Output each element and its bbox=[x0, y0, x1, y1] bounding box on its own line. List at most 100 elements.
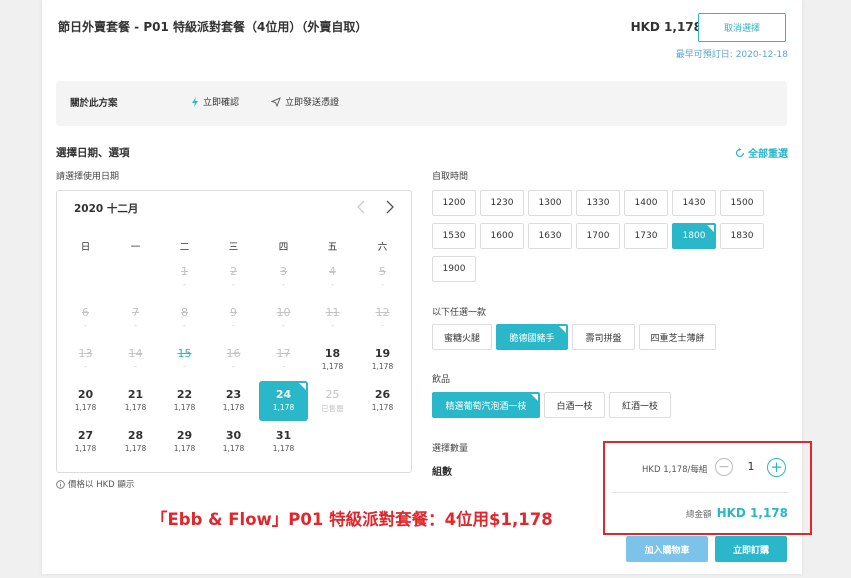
calendar-day[interactable]: 18 1,178 bbox=[308, 340, 357, 380]
pickup-time-option[interactable]: 1230 bbox=[480, 190, 524, 216]
calendar-day[interactable]: 27 1,178 bbox=[61, 422, 110, 462]
feature-voucher: 立即發送憑證 bbox=[271, 95, 339, 108]
calendar-day[interactable]: 24 1,178 bbox=[259, 381, 308, 421]
choice-option[interactable]: 蜜糖火腿 bbox=[432, 324, 492, 350]
calendar-day-number: 2 bbox=[230, 265, 237, 278]
pickup-time-option[interactable]: 1330 bbox=[576, 190, 620, 216]
pickup-time-option[interactable]: 1500 bbox=[720, 190, 764, 216]
calendar-day[interactable]: 31 1,178 bbox=[259, 422, 308, 462]
calendar-day[interactable]: 19 1,178 bbox=[358, 340, 407, 380]
pickup-time-option[interactable]: 1300 bbox=[528, 190, 572, 216]
pickup-time-option[interactable]: 1800 bbox=[672, 223, 716, 249]
calendar-day-price: - bbox=[232, 321, 235, 330]
calendar-day-number: 8 bbox=[181, 306, 188, 319]
pickup-time-option[interactable]: 1430 bbox=[672, 190, 716, 216]
pickup-time-option[interactable]: 1400 bbox=[624, 190, 668, 216]
calendar-day-price: 1,178 bbox=[321, 362, 344, 371]
pickup-time-option[interactable]: 1730 bbox=[624, 223, 668, 249]
calendar-day[interactable]: 28 1,178 bbox=[111, 422, 160, 462]
pickup-time-option[interactable]: 1900 bbox=[432, 256, 476, 282]
calendar-day-price: - bbox=[282, 280, 285, 289]
selected-corner-mark bbox=[299, 383, 306, 390]
calendar-day-number: 14 bbox=[128, 347, 143, 360]
calendar-day-number: 7 bbox=[132, 306, 139, 319]
calendar-day-number: 21 bbox=[127, 388, 144, 401]
earliest-date: 最早可預訂日: 2020-12-18 bbox=[675, 50, 788, 60]
calendar-day-number: 20 bbox=[77, 388, 94, 401]
calendar-day: 2- bbox=[209, 258, 258, 298]
calendar-day[interactable]: 29 1,178 bbox=[160, 422, 209, 462]
calendar-day[interactable]: 26 1,178 bbox=[358, 381, 407, 421]
reset-all-button[interactable]: 全部重選 bbox=[735, 145, 788, 160]
chevron-left-icon bbox=[357, 200, 365, 214]
drink-label: 飲品 bbox=[432, 375, 451, 385]
calendar-day: 4- bbox=[308, 258, 357, 298]
promo-caption: 「Ebb & Flow」P01 特級派對套餐：4位用$1,178 bbox=[151, 510, 553, 529]
drink-option[interactable]: 紅酒一枝 bbox=[609, 392, 671, 418]
prev-month-button[interactable] bbox=[351, 197, 371, 217]
send-icon bbox=[271, 96, 281, 107]
drink-option[interactable]: 精選葡萄汽泡酒一枝 bbox=[432, 392, 540, 418]
calendar-day[interactable]: 23 1,178 bbox=[209, 381, 258, 421]
calendar-day[interactable]: 30 1,178 bbox=[209, 422, 258, 462]
weekday-label: 四 bbox=[278, 242, 289, 253]
drink-option[interactable]: 白酒一枝 bbox=[544, 392, 605, 418]
quantity-label: 選擇數量 bbox=[432, 444, 469, 454]
calendar-day-price: 1,178 bbox=[74, 444, 97, 453]
calendar-day-price: - bbox=[232, 280, 235, 289]
calendar-day[interactable]: 22 1,178 bbox=[160, 381, 209, 421]
calendar-day-number: 23 bbox=[225, 388, 242, 401]
choice-option[interactable]: 壽司拼盤 bbox=[572, 324, 635, 350]
calendar-day-price: 1,178 bbox=[371, 403, 394, 412]
cancel-selection-button[interactable]: 取消選擇 bbox=[698, 13, 786, 42]
price-note-label: 價格以 HKD 顯示 bbox=[68, 480, 135, 490]
add-to-cart-button[interactable]: 加入購物車 bbox=[626, 536, 708, 562]
calendar-day-number: 13 bbox=[78, 347, 93, 360]
refresh-icon bbox=[735, 147, 745, 157]
calendar-day: 14 - bbox=[111, 340, 160, 380]
calendar-day: 17 - bbox=[259, 340, 308, 380]
calendar-day-price: 1,178 bbox=[173, 444, 196, 453]
weekday-label: 日 bbox=[80, 242, 91, 253]
pickup-time-option[interactable]: 1600 bbox=[480, 223, 524, 249]
calendar-day-number: 16 bbox=[226, 347, 241, 360]
calendar-day-price: 1,178 bbox=[74, 403, 97, 412]
calendar-day[interactable]: 21 1,178 bbox=[111, 381, 160, 421]
buy-now-button[interactable]: 立即訂購 bbox=[715, 536, 787, 562]
pickup-time-option[interactable]: 1830 bbox=[720, 223, 764, 249]
calendar-day: 11 - bbox=[308, 299, 357, 339]
calendar-day-price: - bbox=[134, 321, 137, 330]
calendar-day-number: 30 bbox=[225, 429, 242, 442]
calendar-day: 7- bbox=[111, 299, 160, 339]
calendar-day-price: - bbox=[331, 280, 334, 289]
next-month-button[interactable] bbox=[380, 197, 400, 217]
calendar-day-price: - bbox=[381, 321, 384, 330]
price-note: 價格以 HKD 顯示 bbox=[56, 478, 134, 490]
calendar-day: 25 已售罄 bbox=[308, 381, 357, 421]
choice-option[interactable]: 四重芝士薄餅 bbox=[639, 324, 716, 350]
choice-option[interactable]: 脆德國豬手 bbox=[496, 324, 568, 350]
pickup-time-option[interactable]: 1530 bbox=[432, 223, 476, 249]
calendar-day: 10 - bbox=[259, 299, 308, 339]
selected-corner-mark bbox=[531, 394, 538, 401]
calendar-day: 15 - bbox=[160, 340, 209, 380]
pickup-time-option[interactable]: 1200 bbox=[432, 190, 476, 216]
calendar-day-price: - bbox=[183, 321, 186, 330]
calendar-day[interactable]: 20 1,178 bbox=[61, 381, 110, 421]
calendar-day-number: 1 bbox=[181, 265, 188, 278]
calendar-day-price: - bbox=[134, 362, 137, 371]
choice-label: 以下任選一款 bbox=[432, 308, 487, 318]
calendar-day-price: - bbox=[183, 362, 186, 371]
calendar-day-number: 5 bbox=[379, 265, 386, 278]
calendar-day: 3- bbox=[259, 258, 308, 298]
calendar-day-price: - bbox=[381, 280, 384, 289]
pickup-time-option[interactable]: 1700 bbox=[576, 223, 620, 249]
calendar-day: 12 - bbox=[358, 299, 407, 339]
calendar-day-number: 4 bbox=[329, 265, 336, 278]
calendar-day-price: - bbox=[84, 321, 87, 330]
weekday-label: 五 bbox=[327, 242, 338, 253]
calendar-day-number: 15 bbox=[177, 347, 192, 360]
calendar-day-price: 1,178 bbox=[371, 362, 394, 371]
pickup-time-option[interactable]: 1630 bbox=[528, 223, 572, 249]
calendar-day-number: 11 bbox=[325, 306, 340, 319]
